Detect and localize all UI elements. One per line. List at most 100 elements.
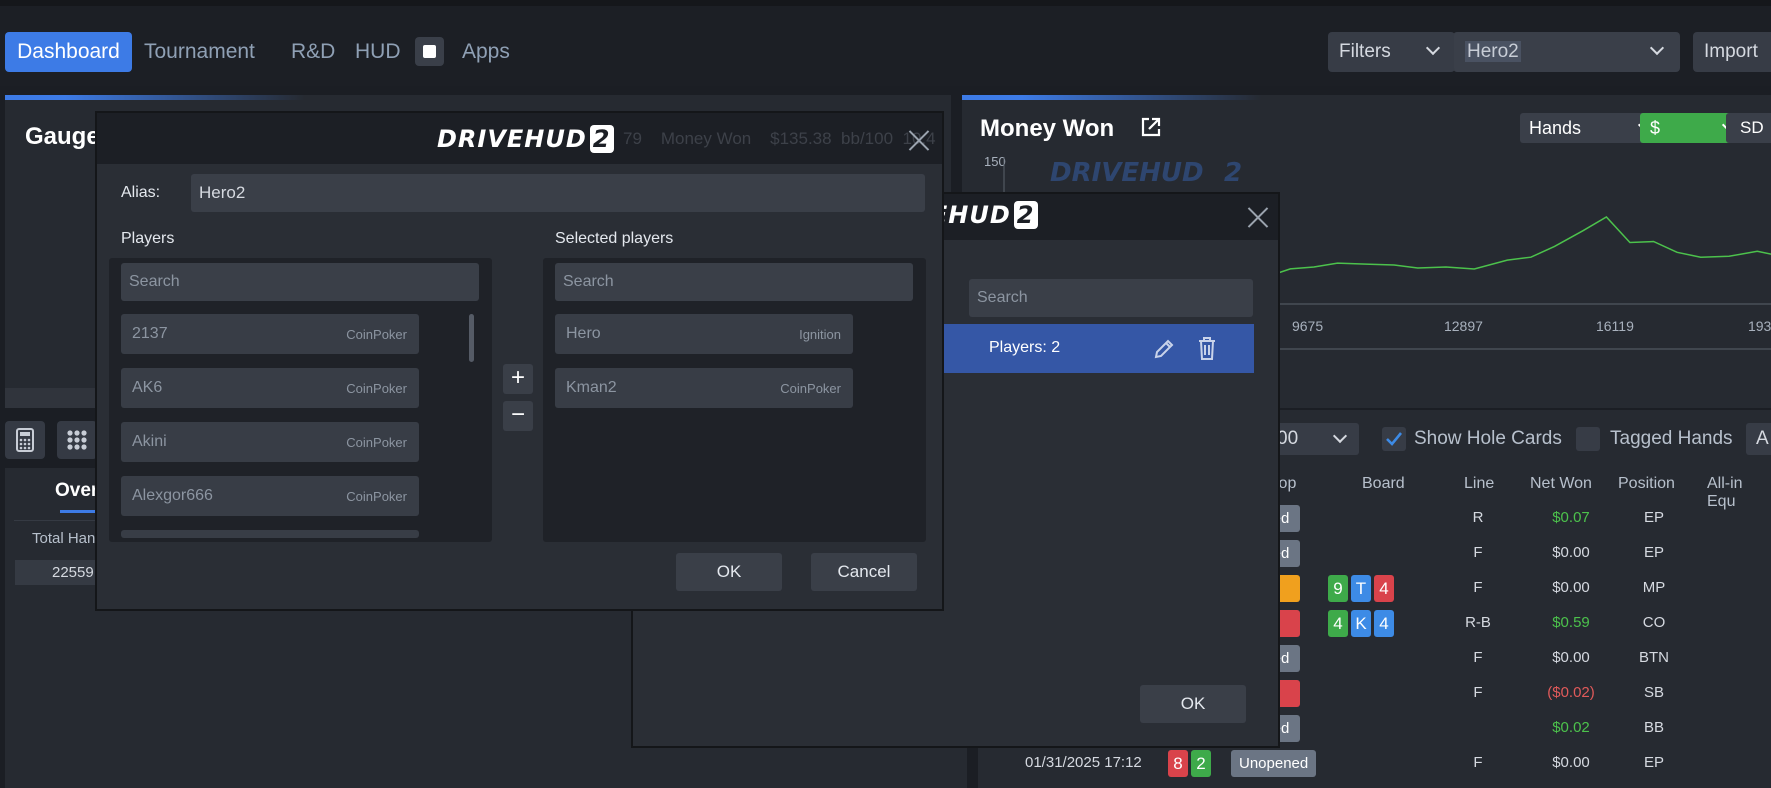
position-cell: MP bbox=[1642, 579, 1666, 596]
player-list-item[interactable]: Akini CoinPoker bbox=[121, 422, 419, 462]
player-list-item[interactable]: AK6 CoinPoker bbox=[121, 368, 419, 408]
nav-apps[interactable]: Apps bbox=[462, 32, 510, 72]
alias-row[interactable]: Players: 2 bbox=[933, 324, 1254, 373]
grid-button[interactable] bbox=[57, 421, 97, 459]
nav-tournament[interactable]: Tournament bbox=[144, 32, 255, 72]
poker-room-label: CoinPoker bbox=[346, 327, 407, 342]
position-cell: BTN bbox=[1639, 649, 1669, 666]
nav-hud[interactable]: HUD bbox=[355, 32, 401, 72]
header-line[interactable]: Line bbox=[1464, 475, 1494, 493]
board-card: 9 bbox=[1328, 575, 1348, 602]
position-cell: CO bbox=[1642, 614, 1666, 631]
svg-text:DRIVEHUD: DRIVEHUD bbox=[1050, 158, 1204, 188]
selected-player-list-item[interactable]: Hero Ignition bbox=[555, 314, 853, 354]
poker-room-label: CoinPoker bbox=[346, 489, 407, 504]
net-won-cell: $0.07 bbox=[1552, 509, 1590, 526]
aliases-ok-button[interactable]: OK bbox=[1140, 685, 1246, 723]
player-name: Hero bbox=[566, 325, 601, 342]
ok-button[interactable]: OK bbox=[676, 553, 782, 591]
player-name: Akini bbox=[132, 433, 167, 450]
players-label: Players bbox=[121, 230, 175, 247]
y-tick-label: 150 bbox=[984, 154, 1006, 169]
preflop-action-badge: Unopened bbox=[1231, 750, 1317, 777]
hands-count-value: 00 bbox=[1277, 428, 1299, 449]
extra-filter-button[interactable]: A bbox=[1746, 423, 1771, 455]
player-name: AK6 bbox=[132, 379, 163, 396]
selected-player-list-item[interactable]: Kman2 CoinPoker bbox=[555, 368, 853, 408]
x-tick-label: 19341 bbox=[1748, 318, 1771, 334]
chevron-down-icon bbox=[1425, 40, 1441, 56]
line-cell: F bbox=[1473, 684, 1483, 701]
alias-edit-dialog: DRIVEHUD 2 79 Money Won $135.38 bb/100 10… bbox=[95, 111, 944, 611]
alias-input[interactable]: Hero2 bbox=[191, 174, 925, 212]
line-cell: F bbox=[1473, 579, 1483, 596]
position-cell: BB bbox=[1643, 719, 1664, 736]
filters-label: Filters bbox=[1339, 41, 1391, 62]
edit-pencil-icon[interactable] bbox=[1151, 336, 1177, 362]
loading-bar bbox=[5, 95, 305, 100]
selected-players-label: Selected players bbox=[555, 230, 674, 247]
hole-card: 2 bbox=[1191, 750, 1211, 777]
selected-search-input[interactable]: Search bbox=[555, 263, 913, 301]
x-tick-label: 12897 bbox=[1444, 318, 1483, 334]
selected-players-list: Search Hero Ignition Kman2 CoinPoker bbox=[543, 258, 926, 542]
import-button[interactable]: Import bbox=[1693, 32, 1771, 72]
x-tick-label: 16119 bbox=[1596, 318, 1634, 334]
header-peek-text: 79 Money Won $135.38 bb/100 10.4 bbox=[623, 129, 936, 148]
line-cell: R-B bbox=[1465, 614, 1491, 631]
chevron-down-icon bbox=[1649, 40, 1665, 56]
net-won-cell: $0.02 bbox=[1552, 719, 1590, 736]
calculator-button[interactable] bbox=[5, 421, 45, 459]
poker-room-label: CoinPoker bbox=[346, 435, 407, 450]
header-board[interactable]: Board bbox=[1362, 475, 1405, 493]
player-select-value: Hero2 bbox=[1465, 41, 1521, 62]
net-won-cell: ($0.02) bbox=[1547, 684, 1595, 701]
list-scrollbar[interactable] bbox=[469, 314, 474, 362]
grid-icon bbox=[67, 430, 87, 450]
net-won-cell: $0.00 bbox=[1552, 649, 1590, 666]
x-tick-label: 9675 bbox=[1292, 318, 1323, 334]
close-icon[interactable] bbox=[907, 128, 931, 152]
header-net-won[interactable]: Net Won bbox=[1530, 475, 1592, 493]
show-hole-cards-checkbox[interactable] bbox=[1382, 427, 1406, 451]
nav-dashboard[interactable]: Dashboard bbox=[5, 32, 132, 72]
cancel-button[interactable]: Cancel bbox=[811, 553, 917, 591]
alias-row-label: Players: 2 bbox=[989, 339, 1061, 356]
header-position[interactable]: Position bbox=[1618, 475, 1675, 493]
position-cell: SB bbox=[1643, 684, 1664, 701]
net-won-cell: $0.00 bbox=[1552, 544, 1590, 561]
tagged-hands-label: Tagged Hands bbox=[1610, 428, 1733, 449]
tagged-hands-checkbox[interactable] bbox=[1576, 427, 1600, 451]
position-cell: EP bbox=[1643, 544, 1664, 561]
checkmark-icon bbox=[1386, 432, 1403, 446]
player-list-item[interactable] bbox=[121, 530, 419, 538]
show-hole-cards-label: Show Hole Cards bbox=[1414, 428, 1562, 449]
remove-player-button[interactable]: − bbox=[503, 401, 533, 431]
poker-room-label: Ignition bbox=[799, 327, 841, 342]
calculator-icon bbox=[16, 428, 34, 452]
hud-toggle-checkbox[interactable] bbox=[415, 37, 444, 66]
table-row[interactable]: 01/31/2025 17:12 8 2 Unopened F $0.00 EP bbox=[978, 747, 1771, 780]
board-card: T bbox=[1351, 575, 1371, 602]
hand-date: 01/31/2025 17:12 bbox=[1025, 754, 1142, 771]
close-icon[interactable] bbox=[1246, 205, 1270, 229]
line-cell: F bbox=[1473, 754, 1483, 771]
nav-rnd[interactable]: R&D bbox=[291, 32, 335, 72]
chevron-down-icon bbox=[1332, 428, 1348, 444]
board-card: 4 bbox=[1374, 575, 1394, 602]
add-player-button[interactable]: + bbox=[503, 364, 533, 394]
filters-button[interactable]: Filters bbox=[1328, 32, 1455, 72]
player-list-item[interactable]: 2137 CoinPoker bbox=[121, 314, 419, 354]
total-hands-value: 22559 bbox=[15, 560, 95, 585]
net-won-cell: $0.00 bbox=[1552, 754, 1590, 771]
player-select[interactable]: Hero2 bbox=[1454, 32, 1680, 72]
player-name: Alexgor666 bbox=[132, 487, 213, 504]
line-cell: F bbox=[1473, 649, 1483, 666]
players-search-input[interactable]: Search bbox=[121, 263, 479, 301]
player-list-item[interactable]: Alexgor666 CoinPoker bbox=[121, 476, 419, 516]
svg-text:2: 2 bbox=[1224, 158, 1242, 188]
extra-filter-label: A bbox=[1756, 428, 1769, 449]
aliases-search-input[interactable]: Search bbox=[969, 279, 1253, 317]
board-card: K bbox=[1351, 610, 1371, 637]
delete-trash-icon[interactable] bbox=[1194, 335, 1220, 362]
